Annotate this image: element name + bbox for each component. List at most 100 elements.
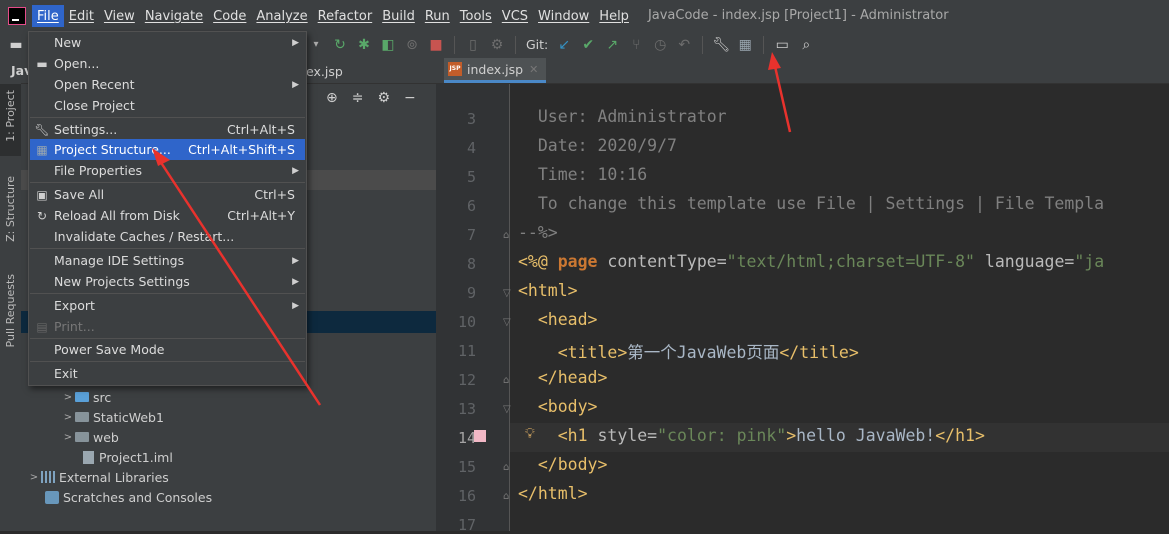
breadcrumb[interactable]: ex.jsp — [306, 64, 343, 79]
attach-debugger-icon[interactable]: ⚙ — [489, 37, 505, 53]
minimize-icon[interactable]: − — [404, 90, 416, 106]
tree-item[interactable]: Scratches and Consoles — [21, 487, 436, 507]
wrench-icon[interactable]: 🔧︎ — [712, 37, 730, 53]
file-menu-save-all[interactable]: ▣ Save All Ctrl+S — [30, 184, 305, 205]
git-rollback-icon[interactable]: ↶ — [676, 37, 692, 53]
menu-file[interactable]: File — [32, 4, 64, 27]
collapse-all-icon[interactable]: ≑ — [352, 90, 364, 106]
git-history-icon[interactable]: ◷ — [652, 37, 668, 53]
file-menu-reload-all[interactable]: ↻ Reload All from Disk Ctrl+Alt+Y — [30, 205, 305, 226]
menu-window[interactable]: Window — [533, 5, 594, 27]
menu-item-shortcut: Ctrl+Alt+Y — [227, 208, 295, 223]
tree-item-label: External Libraries — [59, 469, 169, 485]
fold-marker-icon[interactable]: ▽ — [503, 288, 513, 300]
tree-item[interactable]: > web — [21, 427, 436, 447]
tree-item-label: src — [93, 389, 112, 405]
file-menu-open-recent[interactable]: Open Recent ▶ — [30, 74, 305, 95]
menu-build[interactable]: Build — [377, 5, 420, 27]
menu-help[interactable]: Help — [594, 5, 634, 27]
locate-file-icon[interactable]: ⊕ — [326, 90, 338, 106]
folder-open-icon: ▬ — [36, 56, 48, 71]
tree-item[interactable]: > src — [21, 387, 436, 407]
menu-view[interactable]: View — [99, 5, 140, 27]
coverage-icon[interactable]: ◧ — [380, 37, 396, 53]
line-number: 15 — [457, 458, 476, 476]
tree-item[interactable]: > StaticWeb1 — [21, 407, 436, 427]
code-token: style= — [597, 426, 658, 445]
file-menu-export[interactable]: Export ▶ — [30, 295, 305, 316]
chevron-right-icon[interactable]: > — [61, 412, 75, 423]
menu-vcs[interactable]: VCS — [497, 5, 533, 27]
menu-item-label: Open... — [54, 56, 100, 71]
chevron-right-icon[interactable]: > — [61, 392, 75, 403]
menu-separator — [30, 248, 305, 249]
folder-icon — [75, 412, 89, 422]
jsp-file-icon: JSP — [448, 62, 462, 76]
tree-item[interactable]: > External Libraries — [21, 467, 436, 487]
code-line-9: <html> — [518, 281, 578, 300]
search-icon[interactable]: ⌕ — [798, 37, 814, 53]
line-number: 6 — [466, 197, 476, 215]
run-config-dropdown-icon[interactable]: ▾ — [308, 37, 324, 53]
tool-tab-pull-requests[interactable]: Pull Requests — [0, 268, 21, 358]
tree-item[interactable]: Project1.iml — [21, 447, 436, 467]
fold-marker-icon[interactable]: ▽ — [503, 404, 513, 416]
tool-tab-structure-label: Z: Structure — [4, 176, 17, 242]
profile-icon[interactable]: ⊚ — [404, 37, 420, 53]
tool-tab-project[interactable]: 1: Project — [0, 84, 21, 156]
fold-marker-icon[interactable]: ▽ — [503, 317, 513, 329]
menu-item-label: New — [54, 35, 82, 50]
debug-icon[interactable]: ✱ — [356, 37, 372, 53]
project-structure-icon[interactable]: ▦ — [737, 37, 753, 53]
open-folder-icon[interactable]: ▬ — [8, 37, 24, 53]
menu-tools[interactable]: Tools — [455, 5, 497, 27]
build-icon[interactable]: ▯ — [465, 37, 481, 53]
close-icon[interactable]: ✕ — [529, 63, 538, 76]
rerun-icon[interactable]: ↻ — [332, 37, 348, 53]
tool-tab-structure[interactable]: Z: Structure — [0, 170, 21, 252]
fold-marker-icon[interactable]: ⌂ — [503, 375, 513, 387]
file-menu-new-projects-settings[interactable]: New Projects Settings ▶ — [30, 271, 305, 292]
toolbar-separator — [454, 35, 455, 54]
stop-icon[interactable]: ■ — [428, 37, 444, 53]
library-icon — [41, 471, 55, 483]
file-menu-file-properties[interactable]: File Properties ▶ — [30, 160, 305, 181]
fold-marker-icon[interactable]: ⌂ — [503, 230, 513, 242]
menu-code[interactable]: Code — [208, 5, 251, 27]
chevron-right-icon[interactable]: > — [61, 432, 75, 443]
chevron-right-icon[interactable]: > — [27, 472, 41, 483]
editor-tab-index-jsp[interactable]: JSP index.jsp ✕ — [444, 58, 547, 83]
menu-edit[interactable]: Edit — [64, 5, 99, 27]
code-token: contentType= — [607, 252, 727, 271]
code-line-5: Time: 10:16 — [518, 165, 648, 184]
git-commit-icon[interactable]: ✔ — [580, 37, 596, 53]
fold-marker-icon[interactable]: ⌂ — [503, 491, 513, 503]
git-branch-icon[interactable]: ⑂ — [628, 37, 644, 53]
file-menu-exit[interactable]: Exit — [30, 363, 305, 384]
menu-separator — [30, 293, 305, 294]
file-menu-close-project[interactable]: Close Project — [30, 95, 305, 116]
code-line-11: <title>第一个JavaWeb页面</title> — [518, 339, 859, 363]
file-menu-new[interactable]: New ▶ — [30, 32, 305, 53]
file-menu-power-save-mode[interactable]: Power Save Mode — [30, 339, 305, 360]
menu-run[interactable]: Run — [420, 5, 455, 27]
line-number: 3 — [466, 110, 476, 128]
file-menu-manage-ide-settings[interactable]: Manage IDE Settings ▶ — [30, 250, 305, 271]
fold-marker-icon[interactable]: ⌂ — [503, 462, 513, 474]
git-push-icon[interactable]: ↗ — [604, 37, 620, 53]
file-menu-invalidate-caches[interactable]: Invalidate Caches / Restart... — [30, 226, 305, 247]
file-menu-open[interactable]: ▬ Open... — [30, 53, 305, 74]
menu-analyze[interactable]: Analyze — [251, 5, 312, 27]
menu-navigate[interactable]: Navigate — [140, 5, 208, 27]
presentation-icon[interactable]: ▭ — [774, 37, 790, 53]
gear-icon[interactable]: ⚙ — [377, 90, 390, 106]
breakpoint-marker[interactable] — [474, 430, 486, 442]
file-menu-project-structure[interactable]: ▦ Project Structure... Ctrl+Alt+Shift+S — [30, 139, 305, 160]
git-update-icon[interactable]: ↙ — [556, 37, 572, 53]
line-number: 13 — [457, 400, 476, 418]
lightbulb-icon[interactable]: 💡︎ — [525, 426, 535, 442]
toolbar-separator — [702, 35, 704, 54]
code-token: > — [786, 426, 797, 445]
file-menu-settings[interactable]: 🔧︎ Settings... Ctrl+Alt+S — [30, 119, 305, 140]
menu-refactor[interactable]: Refactor — [313, 5, 378, 27]
